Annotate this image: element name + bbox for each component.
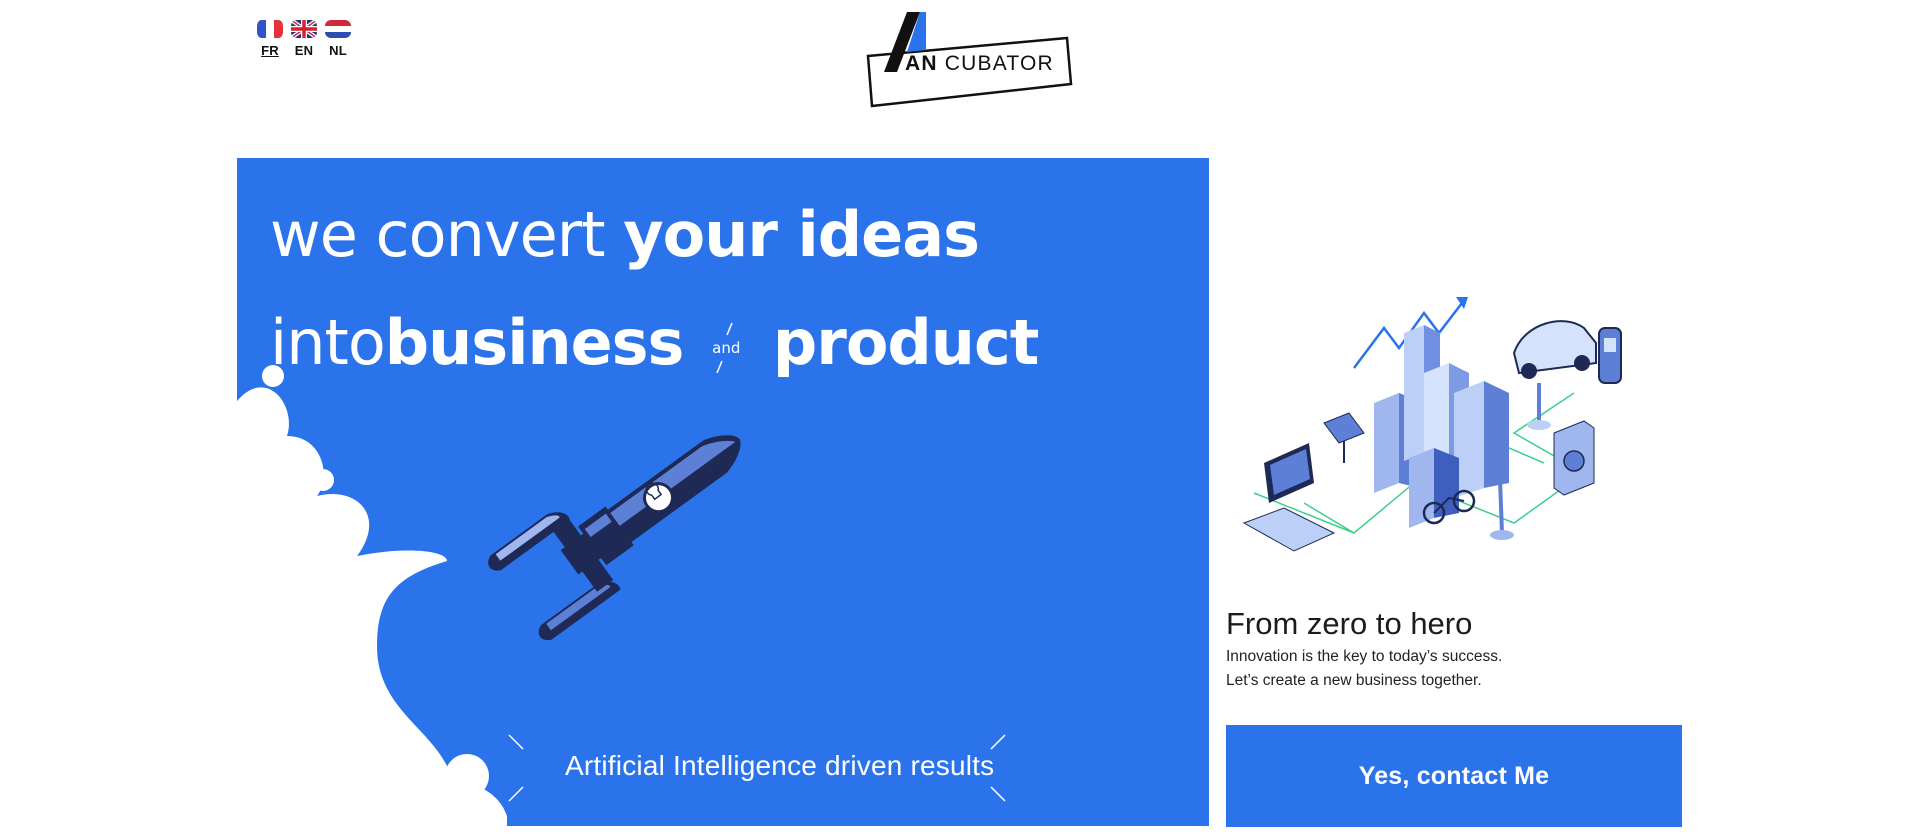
contact-me-button[interactable]: Yes, contact Me: [1226, 725, 1682, 827]
language-fr[interactable]: FR: [255, 20, 285, 58]
hero-banner: we convert your ideas intobusiness and p…: [237, 158, 1209, 826]
section-title: From zero to hero: [1226, 606, 1473, 641]
language-en[interactable]: EN: [289, 20, 319, 58]
language-label: FR: [261, 43, 279, 58]
language-nl[interactable]: NL: [323, 20, 353, 58]
uk-flag-icon: [291, 20, 317, 38]
section-text-line2: Let’s create a new business together.: [1226, 672, 1482, 689]
site-logo[interactable]: AN CUBATOR: [860, 8, 1085, 112]
netherlands-flag-icon: [325, 20, 351, 38]
rocket-icon: [488, 435, 741, 640]
language-label: EN: [294, 43, 314, 58]
section-text-line1: Innovation is the key to today’s success…: [1226, 648, 1503, 665]
hero-headline-line1: we convert your ideas: [270, 198, 980, 271]
france-flag-icon: [257, 20, 283, 38]
logo-wordmark: AN CUBATOR: [905, 52, 1054, 75]
connector-and: and: [708, 317, 748, 377]
smart-city-illustration: [1242, 297, 1622, 552]
language-label: NL: [329, 43, 347, 58]
hero-tagline: Artificial Intelligence driven results: [565, 750, 995, 781]
